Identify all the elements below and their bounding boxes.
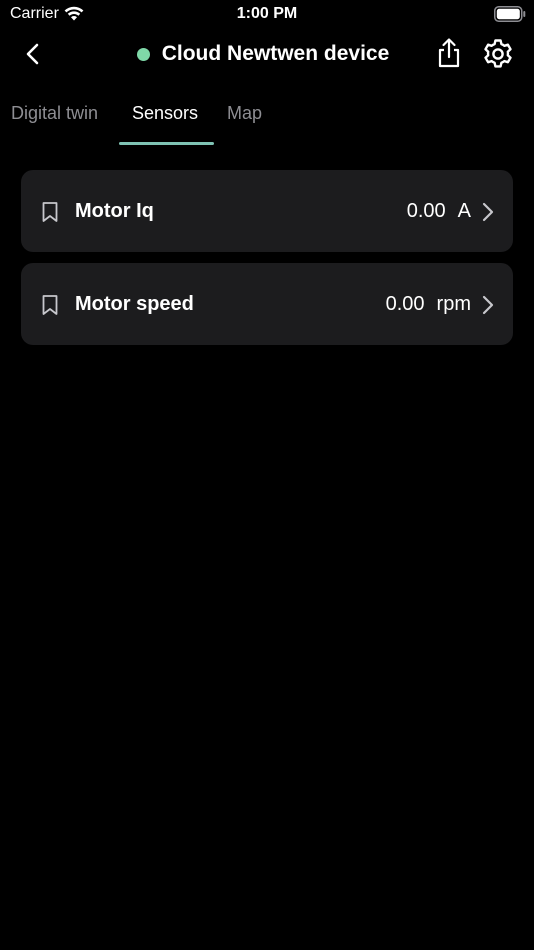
sensor-card-motor-iq[interactable]: Motor Iq 0.00 A (21, 170, 513, 252)
page-title: Cloud Newtwen device (161, 42, 390, 65)
status-bar: Carrier 1:00 PM (0, 0, 534, 30)
share-button[interactable] (434, 36, 464, 70)
tab-sensors[interactable]: Sensors (132, 103, 198, 124)
chevron-right-icon (482, 295, 494, 315)
bookmark-icon[interactable] (41, 201, 59, 223)
sensor-value: 0.00 (385, 293, 425, 315)
tab-bar: Digital twin Sensors Map (0, 100, 534, 146)
screen: Carrier 1:00 PM Cloud Newtwen device Dig… (0, 0, 534, 950)
sensor-reading: 0.00 A (407, 200, 471, 223)
sensor-list: Motor Iq 0.00 A Motor speed 0.00 rpm (21, 170, 513, 356)
bookmark-icon[interactable] (41, 294, 59, 316)
sensor-card-motor-speed[interactable]: Motor speed 0.00 rpm (21, 263, 513, 345)
sensor-unit: rpm (436, 293, 471, 315)
battery-icon (494, 6, 526, 22)
tab-map[interactable]: Map (227, 103, 262, 124)
clock: 1:00 PM (236, 5, 298, 22)
chevron-right-icon (482, 202, 494, 222)
sensor-unit: A (457, 200, 471, 222)
tab-digital-twin[interactable]: Digital twin (11, 103, 98, 124)
online-status-dot (136, 47, 150, 61)
gear-icon (484, 39, 512, 68)
active-tab-indicator (119, 142, 214, 145)
sensor-name: Motor Iq (75, 200, 154, 222)
nav-bar: Cloud Newtwen device (0, 30, 534, 80)
sensor-name: Motor speed (75, 293, 194, 315)
sensor-reading: 0.00 rpm (386, 293, 471, 316)
sensor-value: 0.00 (406, 200, 446, 222)
settings-button[interactable] (482, 38, 514, 70)
share-icon (438, 38, 460, 68)
